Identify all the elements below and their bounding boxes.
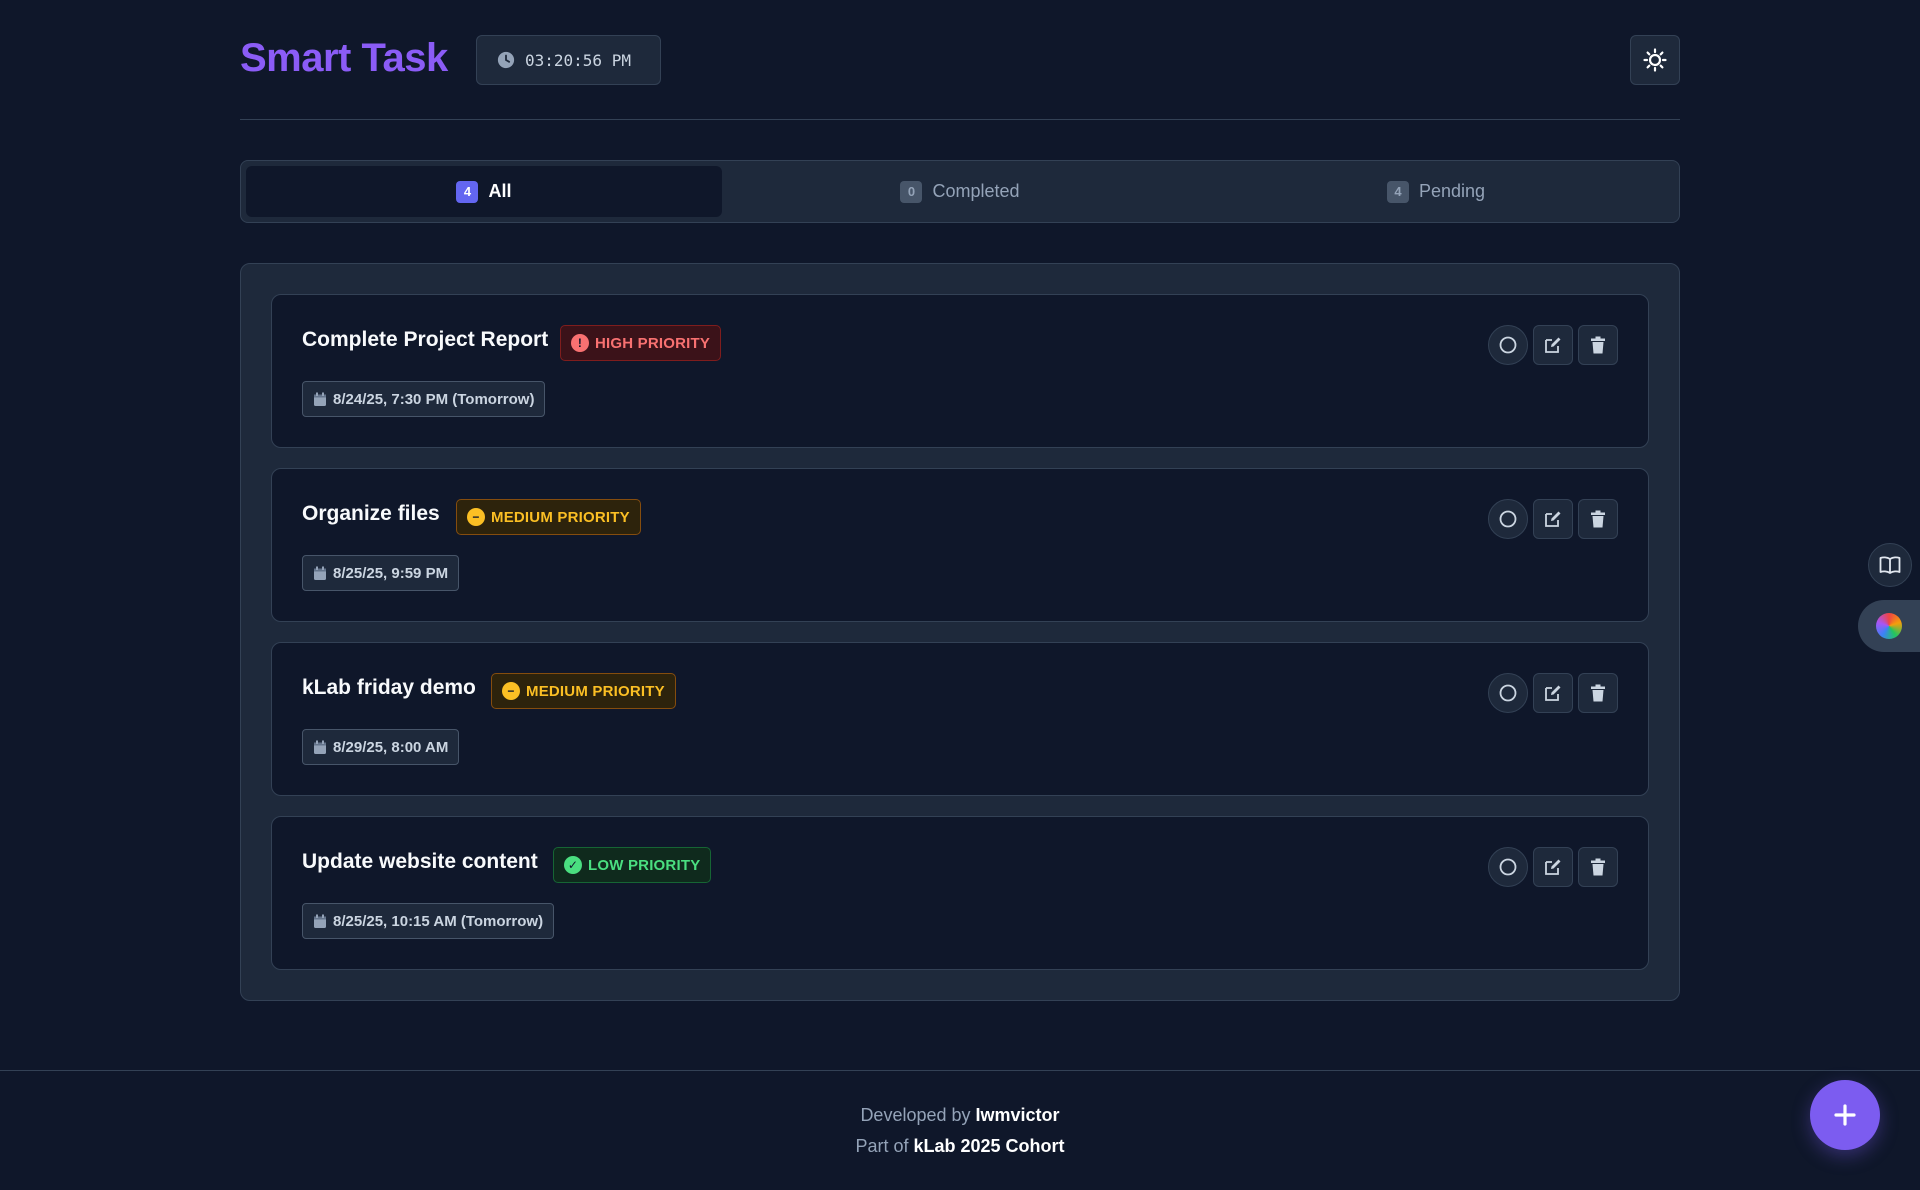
task-actions [1488, 499, 1618, 539]
minus-icon: − [467, 508, 485, 526]
priority-badge: − MEDIUM PRIORITY [456, 499, 641, 535]
tab-completed[interactable]: 0 Completed [722, 166, 1198, 217]
check-icon: ✓ [564, 856, 582, 874]
circle-icon [1499, 684, 1517, 702]
edit-icon [1545, 859, 1561, 875]
task-card: kLab friday demo − MEDIUM PRIORITY 8/29/… [271, 642, 1649, 796]
clock-time: 03:20:56 PM [525, 50, 631, 70]
task-list: Complete Project Report ! HIGH PRIORITY … [240, 263, 1680, 1001]
due-date-text: 8/29/25, 8:00 AM [333, 738, 449, 756]
task-card: Update website content ✓ LOW PRIORITY 8/… [271, 816, 1649, 970]
add-task-button[interactable] [1810, 1080, 1880, 1150]
delete-button[interactable] [1578, 673, 1618, 713]
filter-tabs: 4 All 0 Completed 4 Pending [240, 160, 1680, 223]
tab-count: 4 [1386, 180, 1409, 203]
clock-icon [497, 51, 515, 69]
priority-badge: − MEDIUM PRIORITY [491, 673, 676, 709]
circle-icon [1499, 510, 1517, 528]
due-date: 8/25/25, 10:15 AM (Tomorrow) [302, 903, 555, 939]
task-card: Organize files − MEDIUM PRIORITY 8/25/25… [271, 468, 1649, 622]
delete-button[interactable] [1578, 847, 1618, 887]
edit-icon [1545, 685, 1561, 701]
priority-label: HIGH PRIORITY [595, 334, 711, 352]
trash-icon [1591, 858, 1605, 876]
task-actions [1488, 673, 1618, 713]
browser-extension-button[interactable] [1858, 600, 1920, 652]
edit-button[interactable] [1533, 673, 1573, 713]
header: Smart Task 03:20:56 PM [240, 0, 1680, 120]
tab-all[interactable]: 4 All [246, 166, 722, 217]
task-title: Complete Project Report [302, 328, 549, 351]
calendar-icon [314, 392, 326, 406]
task-title: kLab friday demo [302, 676, 476, 699]
calendar-icon [314, 914, 326, 928]
complete-toggle-button[interactable] [1488, 673, 1528, 713]
footer-developer-line: Developed by Iwmvictor [0, 1105, 1920, 1126]
task-actions [1488, 847, 1618, 887]
due-date: 8/24/25, 7:30 PM (Tomorrow) [302, 381, 546, 417]
delete-button[interactable] [1578, 499, 1618, 539]
priority-badge: ✓ LOW PRIORITY [553, 847, 712, 883]
footer-cohort-line: Part of kLab 2025 Cohort [0, 1136, 1920, 1157]
developer-name: Iwmvictor [975, 1105, 1060, 1125]
calendar-icon [314, 566, 326, 580]
complete-toggle-button[interactable] [1488, 499, 1528, 539]
due-date-text: 8/25/25, 9:59 PM [333, 564, 449, 582]
priority-badge: ! HIGH PRIORITY [560, 325, 722, 361]
alert-icon: ! [571, 334, 589, 352]
cohort-name: kLab 2025 Cohort [913, 1136, 1065, 1156]
tab-count: 4 [456, 180, 479, 203]
app-title: Smart Task [240, 36, 448, 80]
theme-toggle-button[interactable] [1630, 35, 1680, 85]
delete-button[interactable] [1578, 325, 1618, 365]
priority-label: MEDIUM PRIORITY [491, 508, 630, 526]
extension-logo-icon [1876, 613, 1902, 639]
priority-label: LOW PRIORITY [588, 856, 701, 874]
trash-icon [1591, 684, 1605, 702]
edit-button[interactable] [1533, 499, 1573, 539]
task-card: Complete Project Report ! HIGH PRIORITY … [271, 294, 1649, 448]
priority-label: MEDIUM PRIORITY [526, 682, 665, 700]
due-date: 8/25/25, 9:59 PM [302, 555, 460, 591]
circle-icon [1499, 858, 1517, 876]
edit-button[interactable] [1533, 325, 1573, 365]
due-date-text: 8/24/25, 7:30 PM (Tomorrow) [333, 390, 535, 408]
due-date: 8/29/25, 8:00 AM [302, 729, 460, 765]
footer: Developed by Iwmvictor Part of kLab 2025… [0, 1070, 1920, 1190]
footer-text: Developed by [860, 1105, 971, 1125]
circle-icon [1499, 336, 1517, 354]
sun-icon [1643, 48, 1667, 72]
due-date-text: 8/25/25, 10:15 AM (Tomorrow) [333, 912, 544, 930]
task-title: Organize files [302, 502, 440, 525]
trash-icon [1591, 510, 1605, 528]
reader-extension-button[interactable] [1868, 543, 1912, 587]
minus-icon: − [502, 682, 520, 700]
book-icon [1879, 556, 1901, 574]
edit-icon [1545, 337, 1561, 353]
tab-count: 0 [900, 180, 923, 203]
task-actions [1488, 325, 1618, 365]
edit-icon [1545, 511, 1561, 527]
complete-toggle-button[interactable] [1488, 325, 1528, 365]
clock-display: 03:20:56 PM [476, 35, 661, 85]
tab-label: Pending [1418, 181, 1486, 201]
calendar-icon [314, 740, 326, 754]
complete-toggle-button[interactable] [1488, 847, 1528, 887]
task-title: Update website content [302, 850, 538, 873]
trash-icon [1591, 336, 1605, 354]
tab-label: Completed [932, 181, 1020, 201]
tab-label: All [488, 181, 512, 201]
app-container: Smart Task 03:20:56 PM 4 All 0 Completed… [240, 0, 1680, 1001]
edit-button[interactable] [1533, 847, 1573, 887]
plus-icon [1834, 1104, 1856, 1126]
footer-text: Part of [855, 1136, 909, 1156]
tab-pending[interactable]: 4 Pending [1198, 166, 1674, 217]
